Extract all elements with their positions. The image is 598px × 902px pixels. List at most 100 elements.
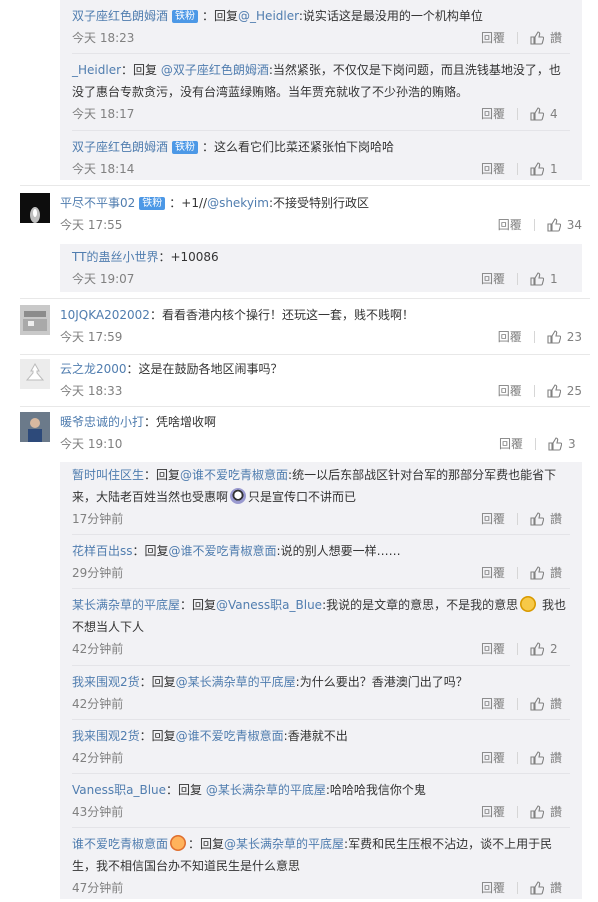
reply-button[interactable]: 回覆: [481, 693, 505, 715]
timestamp: 今天 19:07: [72, 272, 135, 286]
reply-username[interactable]: 暂时叫住区生: [72, 468, 144, 482]
reply-button[interactable]: 回覆: [481, 158, 505, 180]
divider: [517, 752, 518, 764]
timestamp: 42分钟前: [72, 751, 124, 765]
actions: 回覆 34: [498, 214, 582, 236]
reply-username[interactable]: Vaness职a_Blue: [72, 783, 166, 797]
reply-text: :说的别人想要一样……: [276, 544, 401, 558]
reply-meta: 今天 19:07 回覆 1: [72, 268, 570, 290]
timestamp: 29分钟前: [72, 566, 124, 580]
thumbs-up-icon: [530, 751, 544, 765]
actions: 回覆 25: [498, 380, 582, 402]
list-item: 花样百出ss：回复@谁不爱吃青椒意面:说的别人想要一样…… 29分钟前 回覆 讚: [72, 535, 570, 589]
actions: 回覆 4: [481, 103, 564, 125]
like-button[interactable]: 3: [548, 433, 582, 455]
comment-username[interactable]: 平尽不平事02: [60, 196, 135, 210]
thumbs-up-icon: [530, 805, 544, 819]
divider: [20, 406, 590, 407]
reply-button[interactable]: 回覆: [499, 433, 523, 455]
reply-username[interactable]: 双子座红色朗姆酒: [72, 140, 168, 154]
avatar[interactable]: [20, 359, 50, 389]
divider: [517, 643, 518, 655]
like-button[interactable]: 讚: [530, 27, 564, 49]
comment-text-after: :不接受特别行政区: [268, 196, 369, 210]
actions: 回覆 1: [481, 268, 564, 290]
reply-username[interactable]: 花样百出ss: [72, 544, 133, 558]
actions: 回覆 讚: [481, 693, 564, 715]
thumbs-up-icon: [530, 512, 544, 526]
mention-link[interactable]: @某长满杂草的平底屋: [224, 837, 344, 851]
mention-link[interactable]: @谁不爱吃青椒意面: [180, 468, 288, 482]
reply-button[interactable]: 回覆: [498, 380, 522, 402]
reply-username[interactable]: 我来围观2货: [72, 675, 140, 689]
thumbs-up-icon: [547, 330, 561, 344]
divider: [533, 331, 535, 343]
reply-username[interactable]: 某长满杂草的平底屋: [72, 598, 180, 612]
timestamp: 43分钟前: [72, 805, 124, 819]
like-button[interactable]: 1: [530, 158, 564, 180]
like-count: 讚: [550, 881, 563, 895]
actions: 回覆 2: [481, 638, 564, 660]
like-count: 讚: [550, 31, 563, 45]
comment-username[interactable]: 10JQKA202002: [60, 308, 150, 322]
reply-button[interactable]: 回覆: [481, 877, 505, 899]
like-button[interactable]: 讚: [530, 562, 564, 584]
timestamp: 42分钟前: [72, 697, 124, 711]
like-button[interactable]: 4: [530, 103, 564, 125]
reply-text: :香港就不出: [283, 729, 348, 743]
reply-meta: 17分钟前 回覆 讚: [72, 508, 570, 530]
like-button[interactable]: 讚: [530, 747, 564, 769]
reply-prefix: ：回复: [188, 837, 225, 851]
reply-button[interactable]: 回覆: [481, 562, 505, 584]
like-button[interactable]: 34: [547, 214, 582, 236]
like-button[interactable]: 讚: [530, 693, 564, 715]
timestamp: 今天 19:10: [60, 437, 123, 451]
like-button[interactable]: 2: [530, 638, 564, 660]
reply-text: :为什么要出？香港澳门出了吗？: [295, 675, 468, 689]
like-button[interactable]: 1: [530, 268, 564, 290]
reply-button[interactable]: 回覆: [481, 27, 505, 49]
reply-username[interactable]: 双子座红色朗姆酒: [72, 9, 168, 23]
reply-button[interactable]: 回覆: [481, 268, 505, 290]
reply-prefix: ：回复: [132, 544, 169, 558]
like-button[interactable]: 25: [547, 380, 582, 402]
list-item: _Heidler：回复 @双子座红色朗姆酒:当然紧张，不仅仅是下岗问题，而且洗钱…: [72, 54, 570, 131]
like-button[interactable]: 讚: [530, 508, 564, 530]
reply-button[interactable]: 回覆: [481, 508, 505, 530]
mention-link[interactable]: @某长满杂草的平底屋: [176, 675, 296, 689]
avatar[interactable]: [20, 412, 50, 442]
like-button[interactable]: 23: [547, 326, 582, 348]
reply-username[interactable]: 谁不爱吃青椒意面: [72, 837, 168, 851]
reply-button[interactable]: 回覆: [498, 326, 522, 348]
timestamp: 42分钟前: [72, 642, 124, 656]
comment-username[interactable]: 暖爷忠诚的小打: [60, 415, 144, 429]
mention-link[interactable]: @谁不爱吃青椒意面: [169, 544, 277, 558]
mention-link[interactable]: @shekyim: [207, 196, 269, 210]
reply-button[interactable]: 回覆: [498, 214, 522, 236]
reply-username[interactable]: TT的蛊丝小世界: [72, 250, 158, 264]
mention-link[interactable]: @双子座红色朗姆酒: [161, 63, 269, 77]
reply-meta: 42分钟前 回覆 讚: [72, 747, 570, 769]
thumbs-up-icon: [530, 697, 544, 711]
reply-button[interactable]: 回覆: [481, 103, 505, 125]
like-button[interactable]: 讚: [530, 801, 564, 823]
reply-username[interactable]: 我来围观2货: [72, 729, 140, 743]
reply-button[interactable]: 回覆: [481, 747, 505, 769]
avatar[interactable]: [20, 193, 50, 223]
divider: [20, 298, 590, 299]
comment-username[interactable]: 云之龙2000: [60, 362, 127, 376]
reply-meta: 29分钟前 回覆 讚: [72, 562, 570, 584]
reply-button[interactable]: 回覆: [481, 801, 505, 823]
mention-link[interactable]: @Vaness职a_Blue: [216, 598, 322, 612]
divider: [517, 567, 518, 579]
reply-username[interactable]: _Heidler: [72, 63, 121, 77]
like-button[interactable]: 讚: [530, 877, 564, 899]
like-count: 34: [566, 218, 582, 232]
comment-text: ：看看香港内核个操行！还玩这一套，贱不贱啊！: [149, 308, 414, 322]
avatar[interactable]: [20, 305, 50, 335]
mention-link[interactable]: @谁不爱吃青椒意面: [176, 729, 284, 743]
reply-text: :哈哈哈我信你个鬼: [325, 783, 426, 797]
mention-link[interactable]: @某长满杂草的平底屋: [206, 783, 326, 797]
mention-link[interactable]: @_Heidler: [238, 9, 299, 23]
reply-button[interactable]: 回覆: [481, 638, 505, 660]
